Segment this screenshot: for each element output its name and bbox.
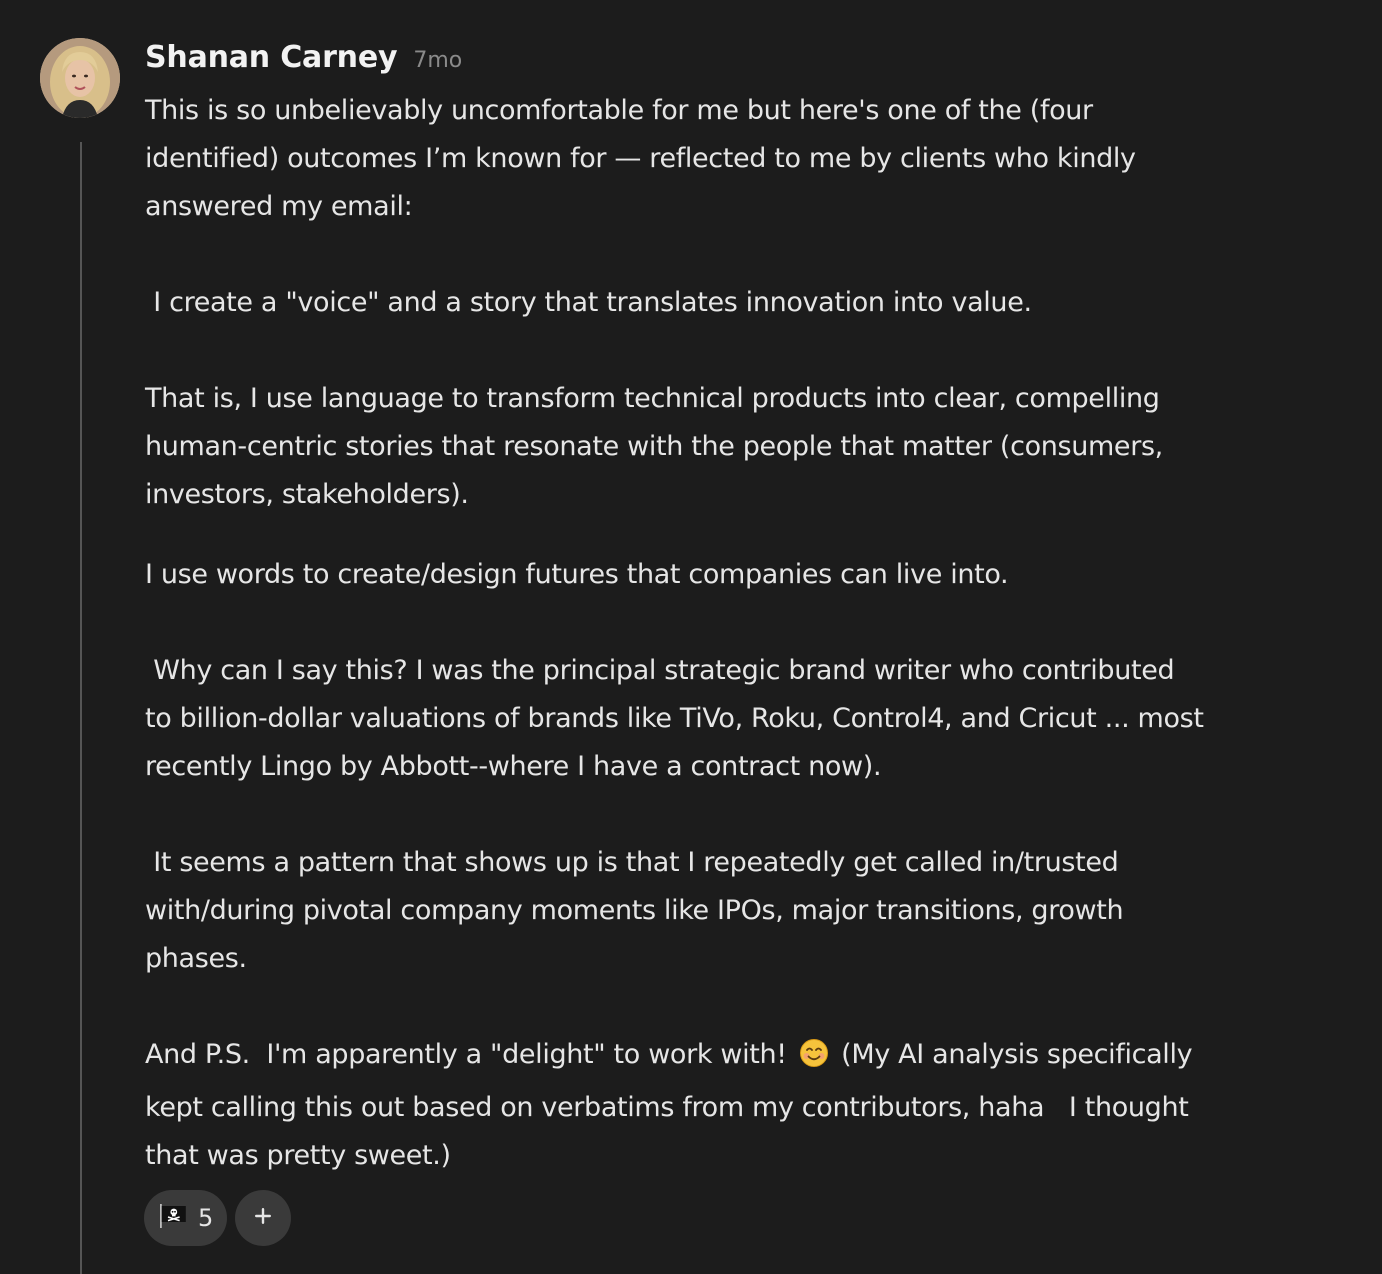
- smiling-face-emoji-icon: [799, 1036, 829, 1084]
- pirate-flag-icon: [158, 1203, 188, 1233]
- comment-line: It seems a pattern that shows up is that…: [145, 847, 1119, 878]
- comment-line: to billion-dollar valuations of brands l…: [145, 703, 1204, 734]
- comment-line: that was pretty sweet.): [145, 1140, 451, 1171]
- thread-line: [80, 142, 82, 1274]
- plus-icon: [253, 1206, 273, 1230]
- comment-line: investors, stakeholders).: [145, 479, 469, 510]
- comment-timestamp[interactable]: 7mo: [413, 48, 462, 73]
- comment-line: kept calling this out based on verbatims…: [145, 1092, 1189, 1123]
- avatar-portrait-icon: [40, 38, 120, 118]
- author-name[interactable]: Shanan Carney: [145, 40, 398, 75]
- comment-line: recently Lingo by Abbott--where I have a…: [145, 751, 882, 782]
- reactions-bar: 5: [144, 1190, 292, 1246]
- comment-line: I use words to create/design futures tha…: [145, 559, 1009, 590]
- comment-line: with/during pivotal company moments like…: [145, 895, 1124, 926]
- comment-line: Why can I say this? I was the principal …: [145, 655, 1175, 686]
- comment-line: This is so unbelievably uncomfortable fo…: [145, 95, 1093, 126]
- comment-line: answered my email:: [145, 191, 413, 222]
- comment-line: And P.S. I'm apparently a "delight" to w…: [145, 1031, 1345, 1084]
- comment-header: Shanan Carney 7mo: [145, 40, 462, 86]
- reaction-count: 5: [198, 1204, 214, 1232]
- comment-body: This is so unbelievably uncomfortable fo…: [145, 87, 1345, 1180]
- comment-line: I create a "voice" and a story that tran…: [145, 287, 1032, 318]
- author-avatar[interactable]: [40, 38, 120, 118]
- comment-line: identified) outcomes I’m known for — ref…: [145, 143, 1136, 174]
- comment-line: phases.: [145, 943, 247, 974]
- comment-line: human-centric stories that resonate with…: [145, 431, 1163, 462]
- add-reaction-button[interactable]: [235, 1190, 292, 1246]
- comment-text: And P.S. I'm apparently a "delight" to w…: [145, 1039, 795, 1070]
- reaction-pirate-flag-button[interactable]: 5: [144, 1190, 228, 1246]
- comment-line: That is, I use language to transform tec…: [145, 383, 1160, 414]
- comment-text: (My AI analysis specifically: [832, 1039, 1193, 1070]
